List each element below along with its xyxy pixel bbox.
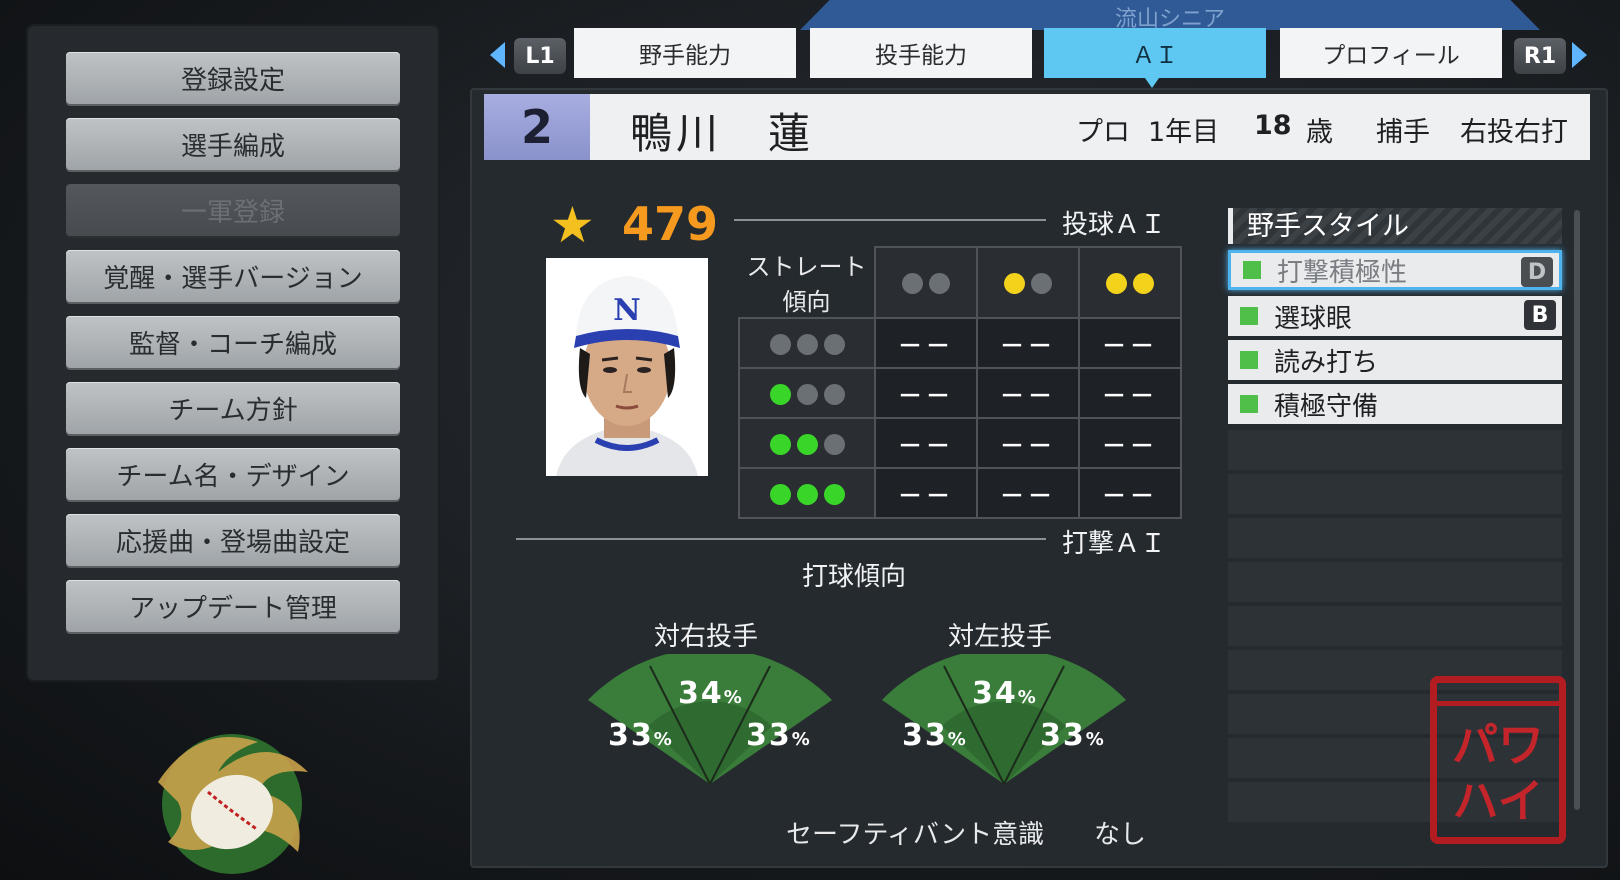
vs-right-left-pct: 33% bbox=[608, 718, 674, 753]
player-header: 2 鴨川 蓮 プロ 1年目 18 歳 捕手 右投右打 bbox=[484, 94, 1590, 160]
empty-style-slot[interactable] bbox=[1228, 518, 1562, 558]
table-cell: －－ bbox=[1078, 367, 1182, 419]
tab-pointer-icon bbox=[1145, 78, 1159, 88]
table-cell: －－ bbox=[874, 317, 978, 369]
menu-registration-settings[interactable]: 登録設定 bbox=[66, 52, 400, 104]
green-square-icon bbox=[1240, 395, 1258, 413]
empty-style-slot[interactable] bbox=[1228, 430, 1562, 470]
col-header-3 bbox=[1078, 246, 1182, 319]
grade-badge: D bbox=[1521, 257, 1553, 287]
pitching-divider bbox=[734, 219, 1046, 221]
col-header-1 bbox=[874, 246, 978, 319]
l1-button[interactable]: L1 bbox=[514, 38, 566, 74]
vs-right-right-pct: 33% bbox=[746, 718, 812, 753]
menu-cheer-songs[interactable]: 応援曲・登場曲設定 bbox=[66, 514, 400, 566]
style-item-label: 選球眼 bbox=[1274, 303, 1353, 334]
table-cell: －－ bbox=[976, 417, 1080, 469]
vs-right-label: 対右投手 bbox=[654, 622, 759, 652]
table-cell: －－ bbox=[874, 417, 978, 469]
table-row: －－ －－ －－ bbox=[738, 367, 1182, 419]
fielder-style-title: 野手スタイル bbox=[1228, 208, 1562, 244]
straight-tendency-label: ストレート傾向 bbox=[746, 253, 867, 316]
table-row: －－ －－ －－ bbox=[738, 467, 1182, 519]
menu-coaches[interactable]: 監督・コーチ編成 bbox=[66, 316, 400, 368]
menu-team-design[interactable]: チーム名・デザイン bbox=[66, 448, 400, 500]
batting-ai-title: 打撃ＡＩ bbox=[1062, 529, 1167, 559]
hit-tendency-label: 打球傾向 bbox=[802, 562, 907, 592]
player-throw-bat: 右投右打 bbox=[1460, 117, 1568, 148]
table-cell: －－ bbox=[976, 467, 1080, 519]
arrow-left-icon[interactable] bbox=[490, 42, 505, 68]
table-cell: －－ bbox=[976, 317, 1080, 369]
row-header-2 bbox=[738, 367, 876, 419]
player-class: プロ bbox=[1076, 117, 1130, 148]
player-age-unit: 歳 bbox=[1306, 117, 1333, 148]
batting-divider bbox=[516, 538, 1046, 540]
vs-right-center-pct: 34% bbox=[678, 676, 744, 711]
style-item-label: 積極守備 bbox=[1274, 391, 1379, 422]
empty-style-slot[interactable] bbox=[1228, 606, 1562, 646]
arrow-right-icon[interactable] bbox=[1572, 42, 1587, 68]
player-portrait: N bbox=[546, 258, 708, 476]
green-square-icon bbox=[1240, 307, 1258, 325]
table-cell: －－ bbox=[874, 467, 978, 519]
team-logo-icon bbox=[158, 734, 308, 874]
row-header-4 bbox=[738, 467, 876, 519]
tab-fielder-ability[interactable]: 野手能力 bbox=[574, 28, 796, 78]
team-name-banner: 流山シニア bbox=[800, 0, 1540, 30]
style-item-aggressive-defense[interactable]: 積極守備 bbox=[1228, 384, 1562, 424]
green-square-icon bbox=[1240, 351, 1258, 369]
table-cell: －－ bbox=[1078, 467, 1182, 519]
style-scrollbar[interactable] bbox=[1574, 210, 1580, 810]
star-icon: ★ bbox=[550, 196, 595, 254]
svg-text:N: N bbox=[613, 293, 640, 328]
row-header-1 bbox=[738, 317, 876, 369]
pawa-hai-stamp-icon: パワ ハイ bbox=[1430, 676, 1566, 844]
side-menu: 登録設定 選手編成 一軍登録 覚醒・選手バージョン 監督・コーチ編成 チーム方針… bbox=[26, 24, 440, 682]
vs-left-center-pct: 34% bbox=[972, 676, 1038, 711]
table-cell: －－ bbox=[1078, 417, 1182, 469]
table-cell: －－ bbox=[874, 367, 978, 419]
player-name: 鴨川 蓮 bbox=[630, 109, 815, 158]
tab-profile[interactable]: プロフィール bbox=[1280, 28, 1502, 78]
style-item-batting-eye[interactable]: 選球眼 B bbox=[1228, 296, 1562, 336]
style-item-label: 読み打ち bbox=[1274, 347, 1379, 378]
col-header-2 bbox=[976, 246, 1080, 319]
menu-team-policy[interactable]: チーム方針 bbox=[66, 382, 400, 434]
table-row: －－ －－ －－ bbox=[738, 417, 1182, 469]
uniform-number: 2 bbox=[484, 94, 590, 160]
pitching-ai-title: 投球ＡＩ bbox=[1062, 210, 1167, 240]
player-year: 1年目 bbox=[1148, 117, 1220, 148]
empty-style-slot[interactable] bbox=[1228, 474, 1562, 514]
vs-left-left-pct: 33% bbox=[902, 718, 968, 753]
style-item-guess-hitting[interactable]: 読み打ち bbox=[1228, 340, 1562, 380]
vs-left-right-pct: 33% bbox=[1040, 718, 1106, 753]
menu-first-team: 一軍登録 bbox=[66, 184, 400, 236]
overall-rating: 479 bbox=[622, 197, 719, 251]
player-age: 18 bbox=[1254, 110, 1292, 141]
style-item-batting-aggressiveness[interactable]: 打撃積極性 D bbox=[1228, 250, 1562, 290]
tab-pitcher-ability[interactable]: 投手能力 bbox=[810, 28, 1032, 78]
table-cell: －－ bbox=[1078, 317, 1182, 369]
green-square-icon bbox=[1243, 261, 1261, 279]
table-cell: －－ bbox=[976, 367, 1080, 419]
menu-awakening[interactable]: 覚醒・選手バージョン bbox=[66, 250, 400, 302]
tab-ai[interactable]: ＡＩ bbox=[1044, 28, 1266, 78]
vs-left-label: 対左投手 bbox=[948, 622, 1053, 652]
row-header-3 bbox=[738, 417, 876, 469]
r1-button[interactable]: R1 bbox=[1514, 38, 1566, 74]
style-item-label: 打撃積極性 bbox=[1277, 257, 1408, 288]
menu-update[interactable]: アップデート管理 bbox=[66, 580, 400, 632]
empty-style-slot[interactable] bbox=[1228, 562, 1562, 602]
table-row: －－ －－ －－ bbox=[738, 317, 1182, 369]
safety-bunt-label: セーフティバント意識 bbox=[786, 820, 1045, 850]
pitching-tendency-table: ストレート傾向 －－ －－ －－ －－ －－ －－ －－ －－ －－ －－ －－… bbox=[738, 246, 1182, 519]
menu-roster[interactable]: 選手編成 bbox=[66, 118, 400, 170]
player-position: 捕手 bbox=[1376, 117, 1430, 148]
safety-bunt-value: なし bbox=[1094, 820, 1147, 850]
grade-badge: B bbox=[1524, 300, 1556, 330]
